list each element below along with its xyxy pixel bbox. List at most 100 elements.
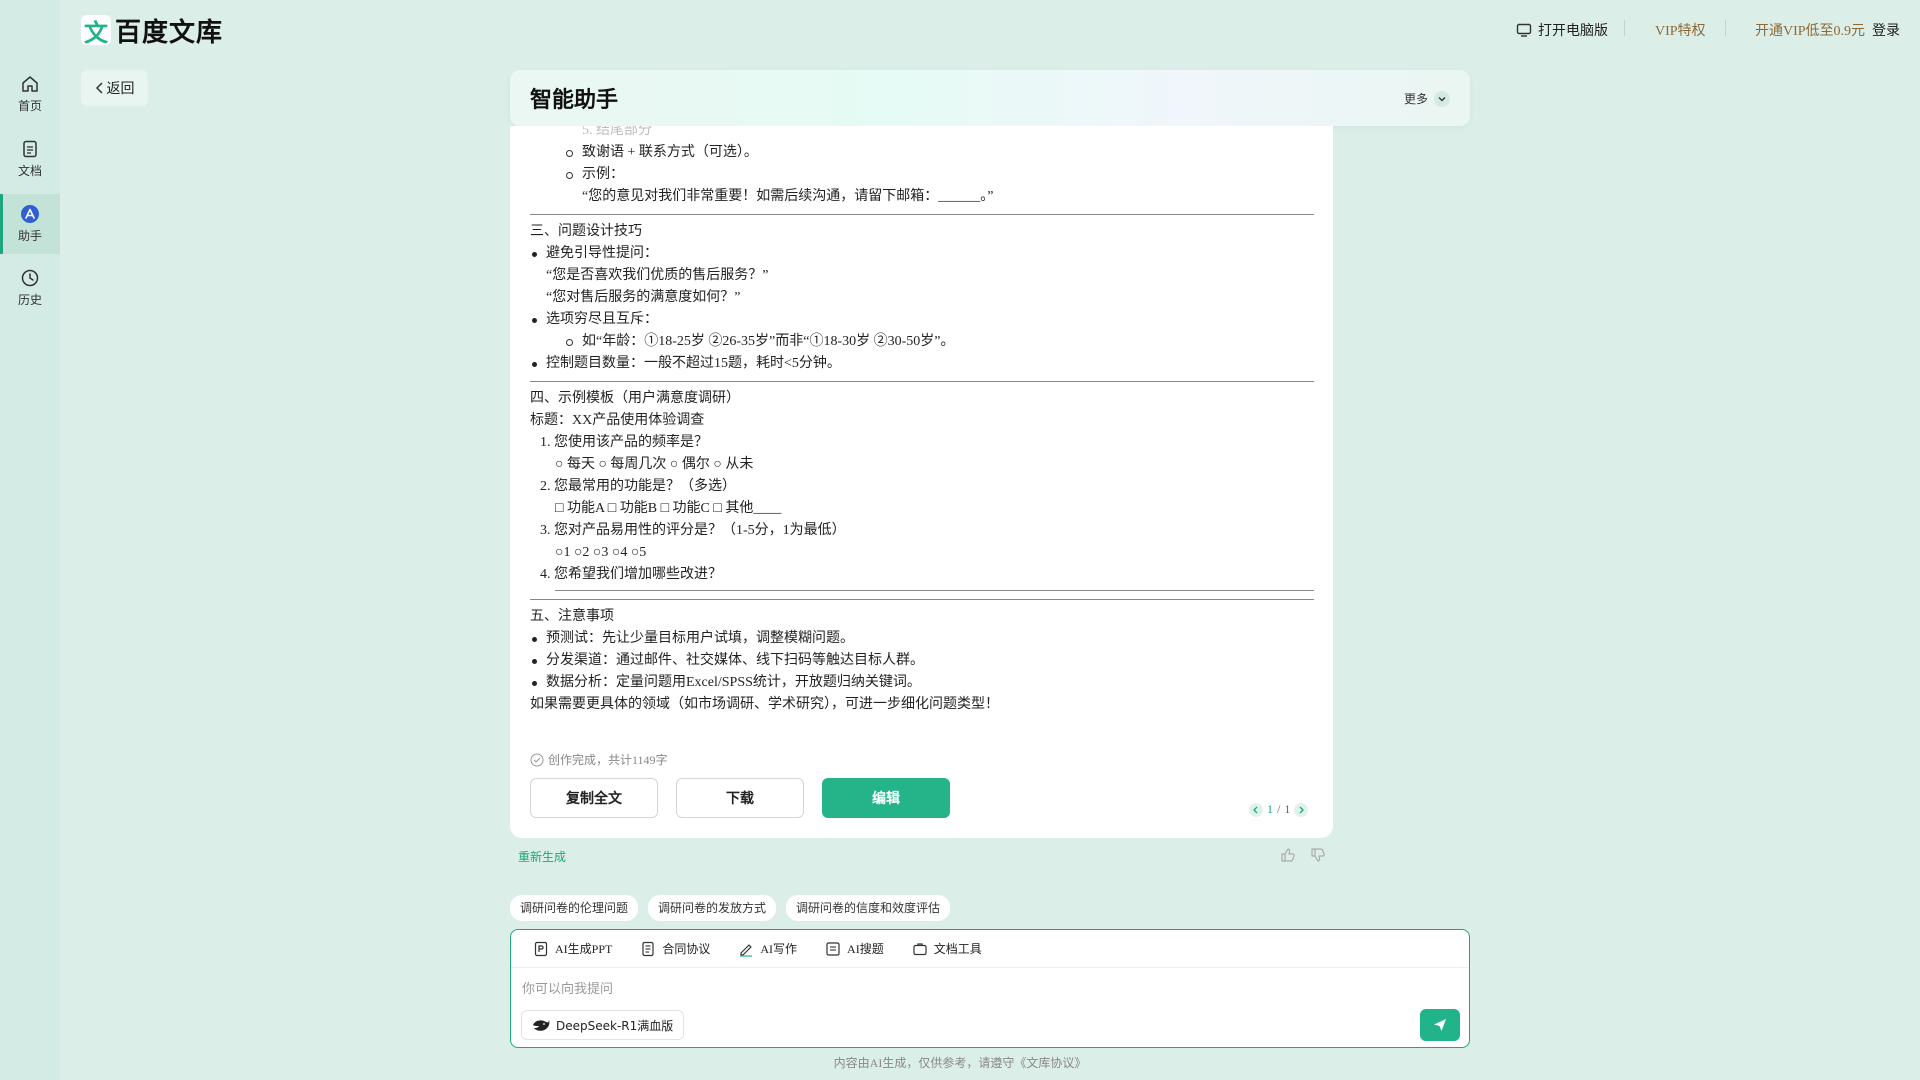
list-item: 选项穷尽且互斥： — [530, 309, 1314, 331]
tool-ai-search-question[interactable]: AI搜题 — [825, 940, 884, 957]
ppt-icon — [534, 941, 548, 956]
pager-current: 1 — [1267, 802, 1273, 816]
open-vip-link[interactable]: 开通VIP低至0.9元 — [1755, 20, 1865, 40]
example-text: “您的意见对我们非常重要！如需后续沟通，请留下邮箱：______。” — [582, 189, 994, 204]
document-icon — [23, 140, 37, 158]
check-circle-icon — [530, 753, 544, 766]
generation-status: 创作完成，共计1149字 — [530, 751, 668, 768]
list-item: “您是否喜欢我们优质的售后服务？” — [546, 268, 769, 283]
question-options: ○1 ○2 ○3 ○4 ○5 — [555, 545, 647, 560]
suggestion-chip[interactable]: 调研问卷的伦理问题 — [510, 895, 639, 921]
prev-page-button[interactable] — [1249, 802, 1263, 817]
copy-all-button[interactable]: 复制全文 — [530, 778, 658, 818]
divider — [530, 381, 1314, 382]
thumbs-up-icon[interactable] — [1280, 847, 1296, 863]
more-button[interactable]: 更多 — [1404, 90, 1450, 107]
pen-icon — [740, 943, 753, 957]
tool-label: 文档工具 — [933, 942, 982, 956]
chat-input-box: AI生成PPT 合同协议 AI写作 AI搜题 文档工具 你可以向我提问 Deep… — [510, 929, 1470, 1048]
list-item: 数据分析：定量问题用Excel/SPSS统计，开放题归纳关键词。 — [530, 672, 1314, 694]
sidebar-item-history[interactable]: 历史 — [0, 268, 60, 316]
tool-label: AI写作 — [760, 942, 798, 956]
tool-label: 合同协议 — [662, 942, 711, 956]
divider — [1725, 20, 1726, 36]
tool-doc-tools[interactable]: 文档工具 — [912, 940, 982, 957]
sidebar-item-label: 文档 — [17, 164, 42, 178]
tool-label: AI搜题 — [847, 942, 884, 956]
tool-contract[interactable]: 合同协议 — [640, 940, 710, 957]
section-heading: 五、注意事项 — [530, 609, 614, 624]
sidebar-item-label: 助手 — [17, 229, 42, 243]
question-input[interactable]: 你可以向我提问 — [522, 978, 613, 997]
sidebar-item-docs[interactable]: 文档 — [0, 139, 60, 187]
open-pc-version-link[interactable]: 打开电脑版 — [1516, 20, 1608, 40]
send-button[interactable] — [1420, 1009, 1460, 1041]
model-name: DeepSeek-R1满血版 — [556, 1018, 674, 1033]
chevron-left-icon — [95, 82, 103, 94]
history-icon — [21, 269, 39, 287]
question: 3. 您对产品易用性的评分是？（1-5分，1为最低） — [540, 523, 846, 538]
question: 4. 您希望我们增加哪些改进？ — [540, 567, 722, 582]
tool-label: AI生成PPT — [555, 942, 613, 956]
vip-privileges-link[interactable]: VIP特权 — [1655, 20, 1706, 40]
suggestion-chips: 调研问卷的伦理问题 调研问卷的发放方式 调研问卷的信度和效度评估 — [510, 895, 951, 921]
faded-line: 5. 结尾部分 — [582, 126, 652, 138]
logo-mark: 文 — [81, 15, 111, 47]
list-item: 如“年龄：①18-25岁 ②26-35岁”而非“①18-30岁 ②30-50岁”… — [530, 331, 1314, 353]
chevron-down-icon — [1434, 90, 1450, 107]
thumbs-down-icon[interactable] — [1310, 847, 1326, 863]
briefcase-icon — [913, 942, 927, 955]
tool-ai-writing[interactable]: AI写作 — [738, 940, 797, 957]
answer-blank-line — [555, 590, 1314, 591]
download-button[interactable]: 下载 — [676, 778, 804, 818]
pager-total: 1 — [1284, 802, 1291, 816]
question-options: □ 功能A □ 功能B □ 功能C □ 其他____ — [555, 501, 782, 516]
monitor-icon — [1516, 23, 1532, 37]
sidebar-item-home[interactable]: 首页 — [0, 74, 60, 122]
chevron-left-icon — [1253, 806, 1258, 813]
logo-text: 百度文库 — [115, 17, 224, 48]
next-page-button[interactable] — [1294, 802, 1309, 817]
template-heading: 标题：XX产品使用体验调查 — [530, 413, 705, 428]
suggestion-chip[interactable]: 调研问卷的发放方式 — [648, 895, 777, 921]
contract-icon — [642, 941, 654, 956]
model-selector[interactable]: DeepSeek-R1满血版 — [521, 1010, 685, 1040]
brand-logo[interactable]: 文 百度文库 — [81, 14, 224, 48]
list-item: 示例： — [530, 164, 1314, 186]
deepseek-whale-icon — [533, 1020, 550, 1031]
question: 1. 您使用该产品的频率是？ — [540, 435, 708, 450]
divider — [530, 214, 1314, 215]
login-link[interactable]: 登录 — [1872, 20, 1900, 40]
edit-button[interactable]: 编辑 — [822, 778, 950, 818]
pager-sep: / — [1277, 802, 1281, 816]
question-options: ○ 每天 ○ 每周几次 ○ 偶尔 ○ 从未 — [555, 457, 754, 472]
question: 2. 您最常用的功能是？（多选） — [540, 479, 736, 494]
suggestion-chip[interactable]: 调研问卷的信度和效度评估 — [786, 895, 951, 921]
section-heading: 三、问题设计技巧 — [530, 224, 642, 239]
send-icon — [1434, 1019, 1446, 1031]
section-heading: 四、示例模板（用户满意度调研） — [530, 391, 740, 406]
list-item: “您对售后服务的满意度如何？” — [546, 290, 741, 305]
tool-ai-ppt[interactable]: AI生成PPT — [533, 940, 612, 957]
status-text: 创作完成，共计1149字 — [548, 753, 668, 767]
search-question-icon — [826, 941, 840, 956]
sidebar-item-label: 历史 — [17, 293, 42, 307]
answer-card: 5. 结尾部分 致谢语 + 联系方式（可选）。 示例： “您的意见对我们非常重要… — [510, 126, 1333, 838]
assistant-icon — [21, 205, 39, 223]
list-item: 预测试：先让少量目标用户试填，调整模糊问题。 — [530, 628, 1314, 650]
sidebar-item-assistant[interactable]: 助手 — [0, 194, 60, 254]
footer-disclaimer: 内容由AI生成，仅供参考，请遵守《文库协议》 — [833, 1056, 1087, 1070]
more-label: 更多 — [1403, 92, 1428, 106]
divider — [511, 967, 1469, 968]
open-pc-version-label: 打开电脑版 — [1538, 24, 1608, 39]
page-title: 智能助手 — [530, 88, 619, 113]
back-label: 返回 — [106, 82, 135, 97]
list-item: 避免引导性提问： — [530, 243, 1314, 265]
closing-text: 如果需要更具体的领域（如市场调研、学术研究），可进一步细化问题类型！ — [530, 697, 999, 712]
chevron-right-icon — [1299, 806, 1305, 813]
divider — [1624, 20, 1625, 36]
regenerate-button[interactable]: 重新生成 — [518, 848, 566, 865]
back-button[interactable]: 返回 — [81, 70, 148, 106]
pager: 1/1 — [1249, 802, 1309, 817]
list-item: 致谢语 + 联系方式（可选）。 — [530, 142, 1314, 164]
